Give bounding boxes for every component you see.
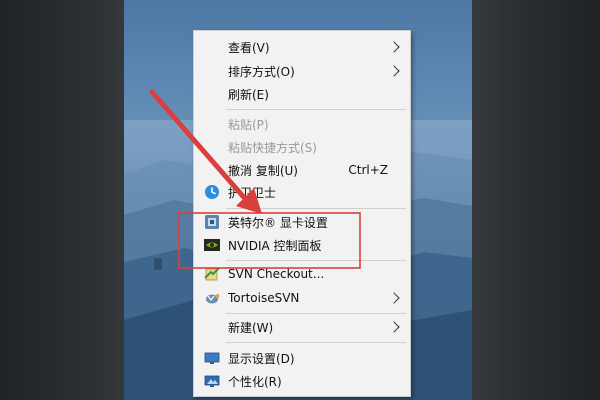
menu-item-intel-graphics[interactable]: 英特尔® 显卡设置 [194,211,410,233]
menu-item-label: SVN Checkout... [228,267,325,281]
menu-item-label: 护卫卫士 [228,185,277,200]
menu-separator [226,109,406,110]
menu-item-undo-copy[interactable]: 撤消 复制(U) Ctrl+Z [194,159,410,181]
menu-item-label: NVIDIA 控制面板 [228,238,322,253]
menu-item-security-guard[interactable]: 护卫卫士 [194,181,410,203]
menu-separator [226,260,406,261]
menu-item-tortoisesvn[interactable]: TortoiseSVN [194,287,410,309]
menu-item-refresh[interactable]: 刷新(E) [194,83,410,105]
intel-graphics-icon [205,215,219,229]
menu-item-new[interactable]: 新建(W) [194,316,410,338]
chevron-right-icon [388,65,400,77]
menu-item-label: 个性化(R) [228,374,282,389]
right-dark-border [472,0,600,400]
menu-separator [226,313,406,314]
chevron-right-icon [388,292,400,304]
menu-item-svn-checkout[interactable]: SVN Checkout... [194,263,410,285]
menu-item-label: 排序方式(O) [228,64,295,79]
menu-item-label: 新建(W) [228,320,274,335]
menu-item-personalize[interactable]: 个性化(R) [194,370,410,392]
menu-item-label: 粘贴(P) [228,117,269,132]
display-settings-icon [204,352,220,364]
left-dark-border [0,0,124,400]
menu-item-label: 英特尔® 显卡设置 [228,215,328,230]
desktop-context-menu: 查看(V) 排序方式(O) 刷新(E) 粘贴(P) 粘贴快捷方式(S) 撤消 复… [193,30,411,397]
nvidia-icon [204,239,220,251]
menu-item-label: 查看(V) [228,40,270,55]
menu-item-nvidia-control-panel[interactable]: NVIDIA 控制面板 [194,234,410,256]
security-guard-icon [205,185,219,199]
menu-item-view[interactable]: 查看(V) [194,36,410,58]
chevron-right-icon [388,321,400,333]
tortoisesvn-icon [206,294,220,304]
shortcut-label: Ctrl+Z [348,163,388,177]
menu-item-label: TortoiseSVN [228,291,300,305]
chevron-right-icon [388,41,400,53]
menu-separator [226,208,406,209]
menu-item-sort-by[interactable]: 排序方式(O) [194,60,410,82]
menu-item-label: 显示设置(D) [228,351,295,366]
menu-item-label: 撤消 复制(U) [228,163,298,178]
menu-separator [226,342,406,343]
menu-item-paste[interactable]: 粘贴(P) [194,113,410,135]
menu-item-display-settings[interactable]: 显示设置(D) [194,347,410,369]
menu-item-paste-shortcut[interactable]: 粘贴快捷方式(S) [194,136,410,158]
personalize-icon [204,375,220,387]
menu-item-label: 粘贴快捷方式(S) [228,140,317,155]
menu-item-label: 刷新(E) [228,87,269,102]
svn-checkout-icon [204,267,220,281]
